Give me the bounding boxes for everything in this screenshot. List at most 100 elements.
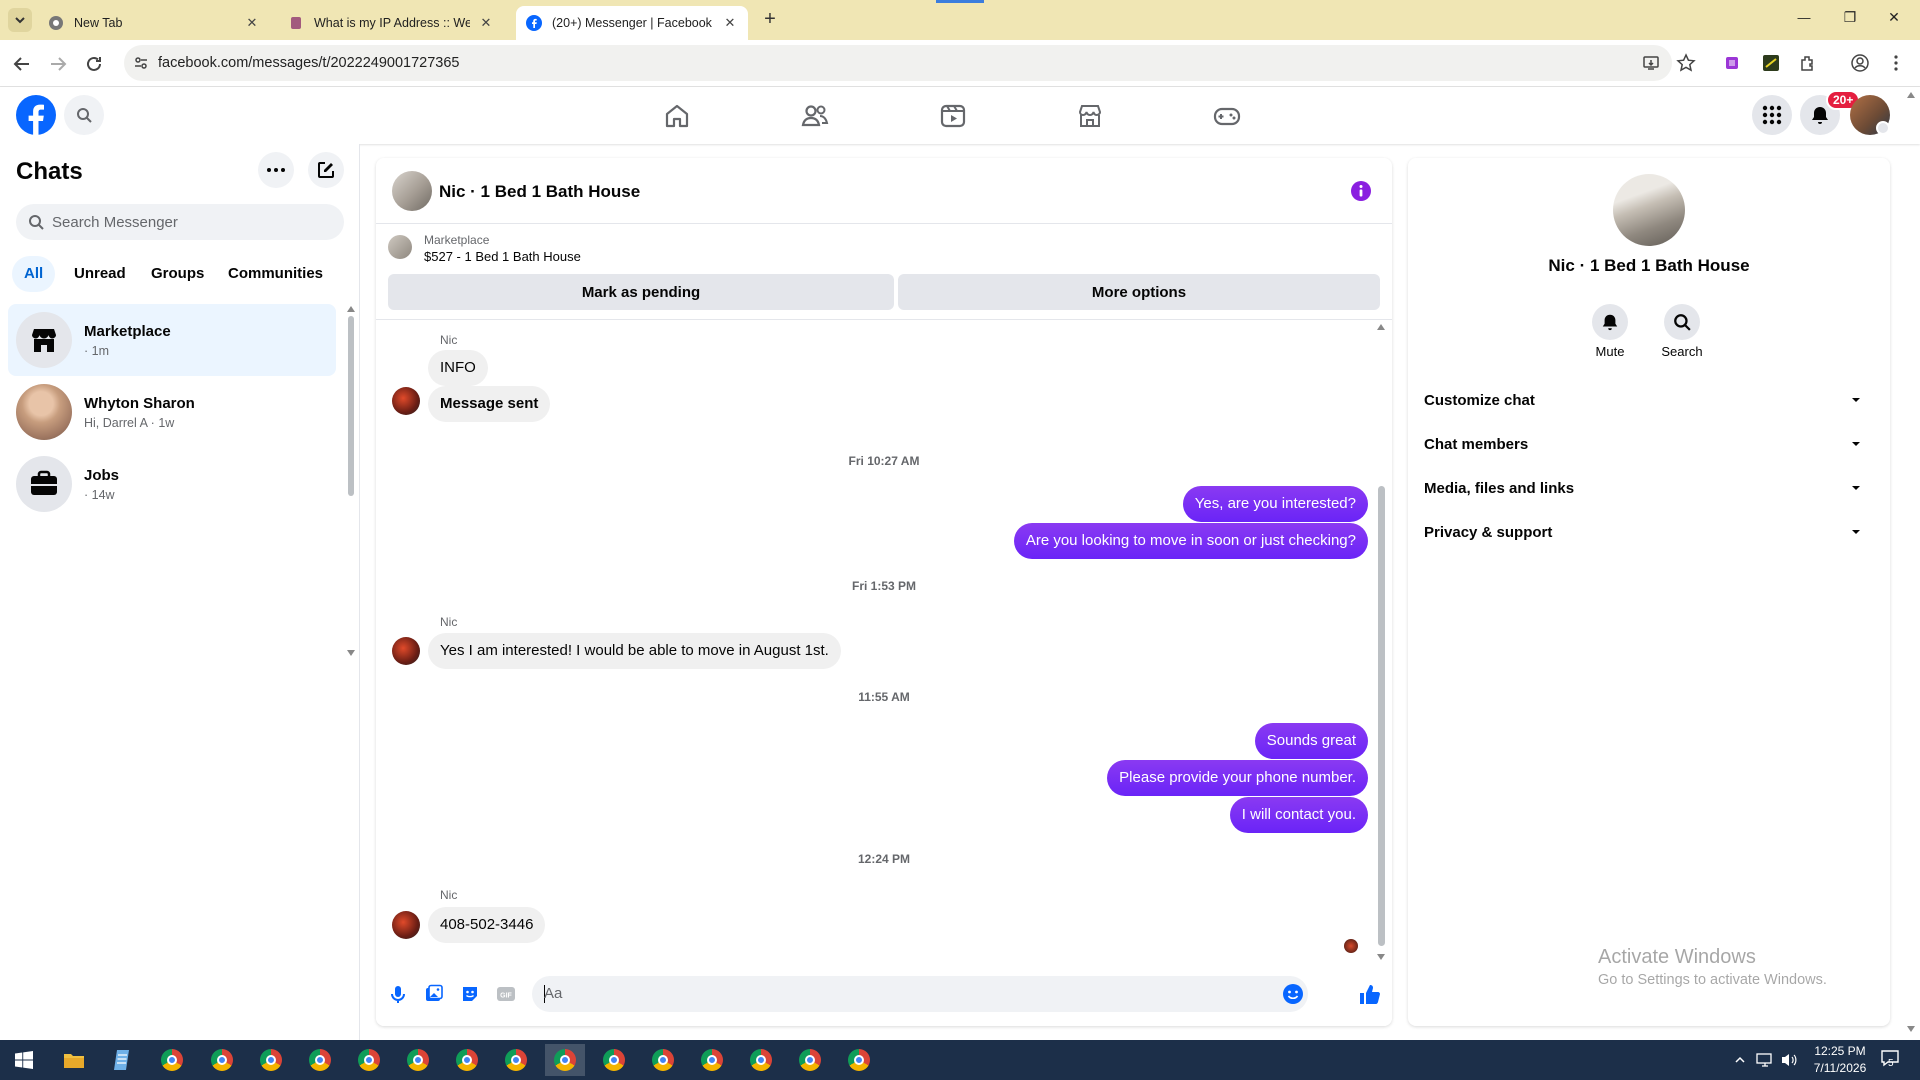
reload-icon[interactable]	[82, 52, 106, 76]
window-close-button[interactable]: ✕	[1882, 9, 1906, 26]
taskbar-chrome-14[interactable]	[790, 1044, 830, 1076]
search-in-conversation-button[interactable]	[1664, 304, 1700, 340]
mute-button[interactable]	[1592, 304, 1628, 340]
chat-row-whyton-sharon[interactable]: Whyton Sharon Hi, Darrel A · 1w	[8, 376, 336, 448]
conversation-title[interactable]: Nic · 1 Bed 1 Bath House	[439, 182, 640, 202]
browser-menu-icon[interactable]	[1886, 53, 1906, 73]
taskbar-chrome-5[interactable]	[349, 1044, 389, 1076]
customize-chat-section[interactable]: Customize chat	[1424, 378, 1874, 422]
action-center-button[interactable]: 5	[1880, 1048, 1904, 1072]
message-bubble-incoming[interactable]: INFO	[428, 350, 488, 386]
emoji-icon[interactable]	[1282, 983, 1304, 1005]
chat-row-jobs[interactable]: Jobs · 14w	[8, 448, 336, 520]
listing-thumbnail[interactable]	[388, 235, 412, 259]
filter-communities[interactable]: Communities	[216, 256, 335, 292]
privacy-support-section[interactable]: Privacy & support	[1424, 510, 1874, 554]
show-hidden-icons-icon[interactable]	[1734, 1054, 1746, 1066]
gif-icon[interactable]: GIF	[496, 984, 516, 1004]
message-bubble-outgoing[interactable]: Sounds great	[1254, 723, 1368, 759]
friends-icon[interactable]	[800, 101, 830, 131]
mark-as-pending-button[interactable]: Mark as pending	[388, 274, 894, 310]
video-icon[interactable]	[938, 101, 968, 131]
chat-list-scrollbar[interactable]	[347, 302, 355, 656]
media-files-links-section[interactable]: Media, files and links	[1424, 466, 1874, 510]
bookmark-star-icon[interactable]	[1676, 53, 1696, 73]
taskbar-chrome-active[interactable]	[545, 1044, 585, 1076]
network-icon[interactable]	[1756, 1052, 1774, 1068]
install-app-icon[interactable]	[1642, 54, 1660, 72]
message-bubble-outgoing[interactable]: Please provide your phone number.	[1107, 760, 1368, 796]
message-bubble-incoming[interactable]: Message sent	[428, 386, 551, 422]
close-icon[interactable]: ✕	[478, 15, 494, 31]
filter-groups[interactable]: Groups	[139, 256, 216, 292]
chat-options-button[interactable]	[258, 152, 294, 188]
microphone-icon[interactable]	[388, 984, 408, 1004]
thread-scrollbar[interactable]	[1376, 322, 1386, 962]
chat-row-marketplace[interactable]: Marketplace · 1m	[8, 304, 336, 376]
account-menu-chevron-icon[interactable]	[1876, 121, 1890, 135]
message-bubble-incoming[interactable]: 408-502-3446	[428, 907, 546, 943]
tab-new-tab[interactable]: New Tab ✕	[38, 6, 270, 40]
restore-button[interactable]: ❐	[1838, 9, 1862, 26]
new-message-button[interactable]	[308, 152, 344, 188]
taskbar-chrome-13[interactable]	[741, 1044, 781, 1076]
facebook-search-button[interactable]	[64, 95, 104, 135]
timestamp-divider: Fri 10:27 AM	[848, 454, 920, 468]
forward-arrow-icon[interactable]	[46, 52, 70, 76]
taskbar-chrome-2[interactable]	[202, 1044, 242, 1076]
taskbar-chrome-15[interactable]	[839, 1044, 879, 1076]
message-bubble-outgoing[interactable]: Are you looking to move in soon or just …	[1013, 523, 1368, 559]
profile-photo[interactable]	[1613, 174, 1685, 246]
chat-members-section[interactable]: Chat members	[1424, 422, 1874, 466]
message-bubble-outgoing[interactable]: I will contact you.	[1229, 797, 1368, 833]
message-bubble-outgoing[interactable]: Yes, are you interested?	[1182, 486, 1368, 522]
taskbar-chrome-3[interactable]	[251, 1044, 291, 1076]
taskbar-chrome-1[interactable]	[152, 1044, 192, 1076]
message-input[interactable]: Aa	[532, 976, 1308, 1012]
taskbar-chrome-4[interactable]	[300, 1044, 340, 1076]
taskbar-chrome-10[interactable]	[594, 1044, 634, 1076]
extension-purple-icon[interactable]	[1724, 55, 1740, 71]
profile-icon[interactable]	[1850, 53, 1870, 73]
filter-unread[interactable]: Unread	[62, 256, 138, 292]
extensions-puzzle-icon[interactable]	[1798, 53, 1818, 73]
clock-date[interactable]: 7/11/2026	[1804, 1061, 1876, 1075]
start-button[interactable]	[4, 1044, 44, 1076]
taskbar-chrome-11[interactable]	[643, 1044, 683, 1076]
volume-icon[interactable]	[1780, 1052, 1798, 1068]
address-bar[interactable]: facebook.com/messages/t/2022249001727365	[124, 45, 1672, 81]
sticker-icon[interactable]	[460, 984, 480, 1004]
more-options-button[interactable]: More options	[898, 274, 1380, 310]
site-info-icon[interactable]	[133, 55, 149, 71]
tab-ip-address[interactable]: What is my IP Address :: WebBr ✕	[278, 6, 504, 40]
close-icon[interactable]: ✕	[722, 15, 738, 31]
home-icon[interactable]	[662, 101, 692, 131]
facebook-logo-icon[interactable]	[16, 95, 56, 135]
notepad-button[interactable]	[102, 1044, 142, 1076]
conversation-avatar[interactable]	[392, 171, 432, 211]
clock-time[interactable]: 12:25 PM	[1804, 1044, 1876, 1058]
minimize-button[interactable]: —	[1792, 10, 1816, 25]
taskbar-chrome-12[interactable]	[692, 1044, 732, 1076]
search-messenger-input[interactable]: Search Messenger	[16, 204, 344, 240]
close-icon[interactable]: ✕	[244, 15, 260, 31]
taskbar-chrome-6[interactable]	[398, 1044, 438, 1076]
filter-all[interactable]: All	[12, 256, 56, 292]
photo-icon[interactable]	[424, 984, 444, 1004]
info-icon[interactable]	[1350, 180, 1372, 202]
gaming-icon[interactable]	[1212, 101, 1242, 131]
taskbar-chrome-7[interactable]	[447, 1044, 487, 1076]
marketplace-icon[interactable]	[1075, 101, 1105, 131]
page-scrollbar[interactable]	[1904, 90, 1918, 1038]
back-arrow-icon[interactable]	[10, 52, 34, 76]
file-explorer-button[interactable]	[54, 1044, 94, 1076]
tab-search-button[interactable]	[8, 8, 32, 32]
listing-title[interactable]: $527 - 1 Bed 1 Bath House	[424, 249, 581, 264]
message-bubble-incoming[interactable]: Yes I am interested! I would be able to …	[428, 633, 841, 669]
tab-messenger[interactable]: (20+) Messenger | Facebook ✕	[516, 6, 748, 40]
menu-grid-button[interactable]	[1752, 95, 1792, 135]
thumbs-up-icon[interactable]	[1358, 983, 1380, 1005]
taskbar-chrome-8[interactable]	[496, 1044, 536, 1076]
new-tab-button[interactable]: +	[758, 8, 782, 32]
extension-yellow-icon[interactable]	[1762, 54, 1780, 72]
